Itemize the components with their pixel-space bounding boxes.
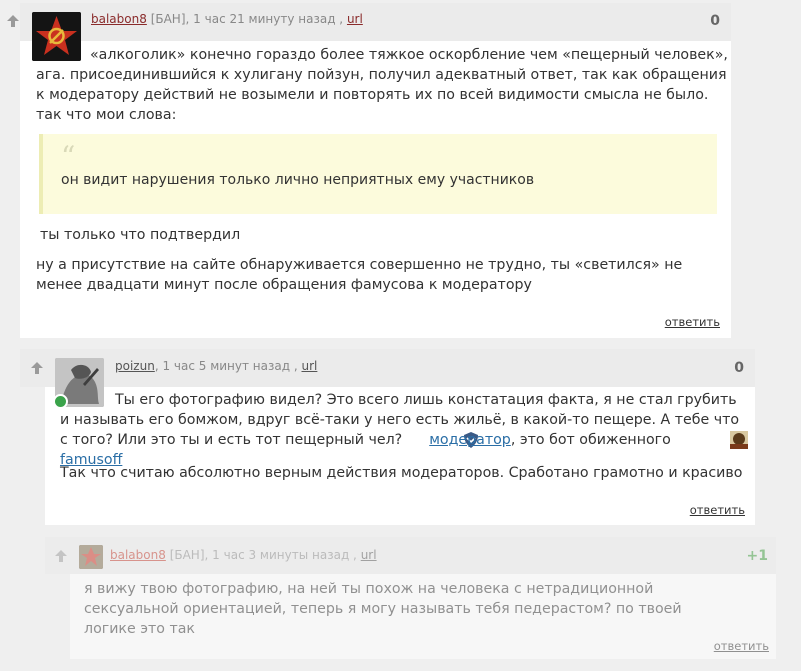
- comment-2: poizun, 1 час 5 минут назад , url 0 Ты е…: [20, 349, 755, 525]
- username-link[interactable]: balabon8: [110, 548, 166, 562]
- comment-paragraph-text: , это бот обиженного: [510, 432, 671, 448]
- comment-paragraph: Так что считаю абсолютно верным действия…: [60, 465, 743, 481]
- user-avatar-icon: [675, 431, 749, 449]
- comment-quote: “ он видит нарушения только лично неприя…: [39, 134, 717, 214]
- comment-paragraph: я вижу твою фотографию, на ней ты похож …: [84, 581, 682, 637]
- comment-3: balabon8 [БАН], 1 час 3 минуты назад , u…: [45, 537, 776, 659]
- comment-text: «алкоголик» конечно гораздо более тяжкое…: [36, 45, 728, 125]
- comment-paragraph: «алкоголик» конечно гораздо более тяжкое…: [36, 47, 728, 123]
- comment-url-link[interactable]: url: [347, 12, 363, 26]
- reply-link[interactable]: ответить: [690, 503, 745, 517]
- mention-link[interactable]: модератор: [429, 432, 511, 448]
- upvote-arrow-icon[interactable]: [30, 361, 44, 378]
- upvote-arrow-icon[interactable]: [54, 549, 68, 566]
- comment-1: balabon8 [БАН], 1 час 21 минуту назад , …: [7, 3, 731, 338]
- ban-status: [БАН],: [150, 12, 190, 26]
- comment-score: 0: [734, 360, 744, 376]
- reply-link[interactable]: ответить: [714, 639, 769, 653]
- quote-text: он видит нарушения только лично неприятн…: [61, 172, 535, 188]
- comment-paragraph: ты только что подтвердил: [40, 227, 241, 243]
- comment-meta: balabon8 [БАН], 1 час 21 минуту назад , …: [91, 12, 363, 26]
- quote-mark-icon: “: [61, 140, 76, 173]
- user-avatar-icon[interactable]: [79, 545, 103, 569]
- comment-url-link[interactable]: url: [361, 548, 377, 562]
- timestamp: , 1 час 5 минут назад ,: [154, 359, 298, 373]
- username-link[interactable]: balabon8: [91, 12, 147, 26]
- ban-status: [БАН],: [169, 548, 209, 562]
- timestamp: 1 час 3 минуты назад ,: [212, 548, 357, 562]
- comment-paragraph: ну а присутствие на сайте обнаруживается…: [36, 257, 683, 293]
- username-link[interactable]: poizun: [115, 359, 155, 373]
- comment-url-link[interactable]: url: [302, 359, 318, 373]
- reply-link[interactable]: ответить: [665, 315, 720, 329]
- moderator-shield-icon: [407, 431, 478, 449]
- timestamp: 1 час 21 минуту назад ,: [193, 12, 344, 26]
- comment-text: Ты его фотографию видел? Это всего лишь …: [60, 390, 750, 470]
- comment-meta: balabon8 [БАН], 1 час 3 минуты назад , u…: [110, 548, 377, 562]
- comment-meta: poizun, 1 час 5 минут назад , url: [115, 359, 317, 373]
- comment-score: +1: [746, 548, 768, 564]
- upvote-arrow-icon[interactable]: [6, 14, 20, 31]
- comment-score: 0: [710, 13, 720, 29]
- comment-paragraph: Ты его фотографию видел? Это всего лишь …: [60, 390, 750, 470]
